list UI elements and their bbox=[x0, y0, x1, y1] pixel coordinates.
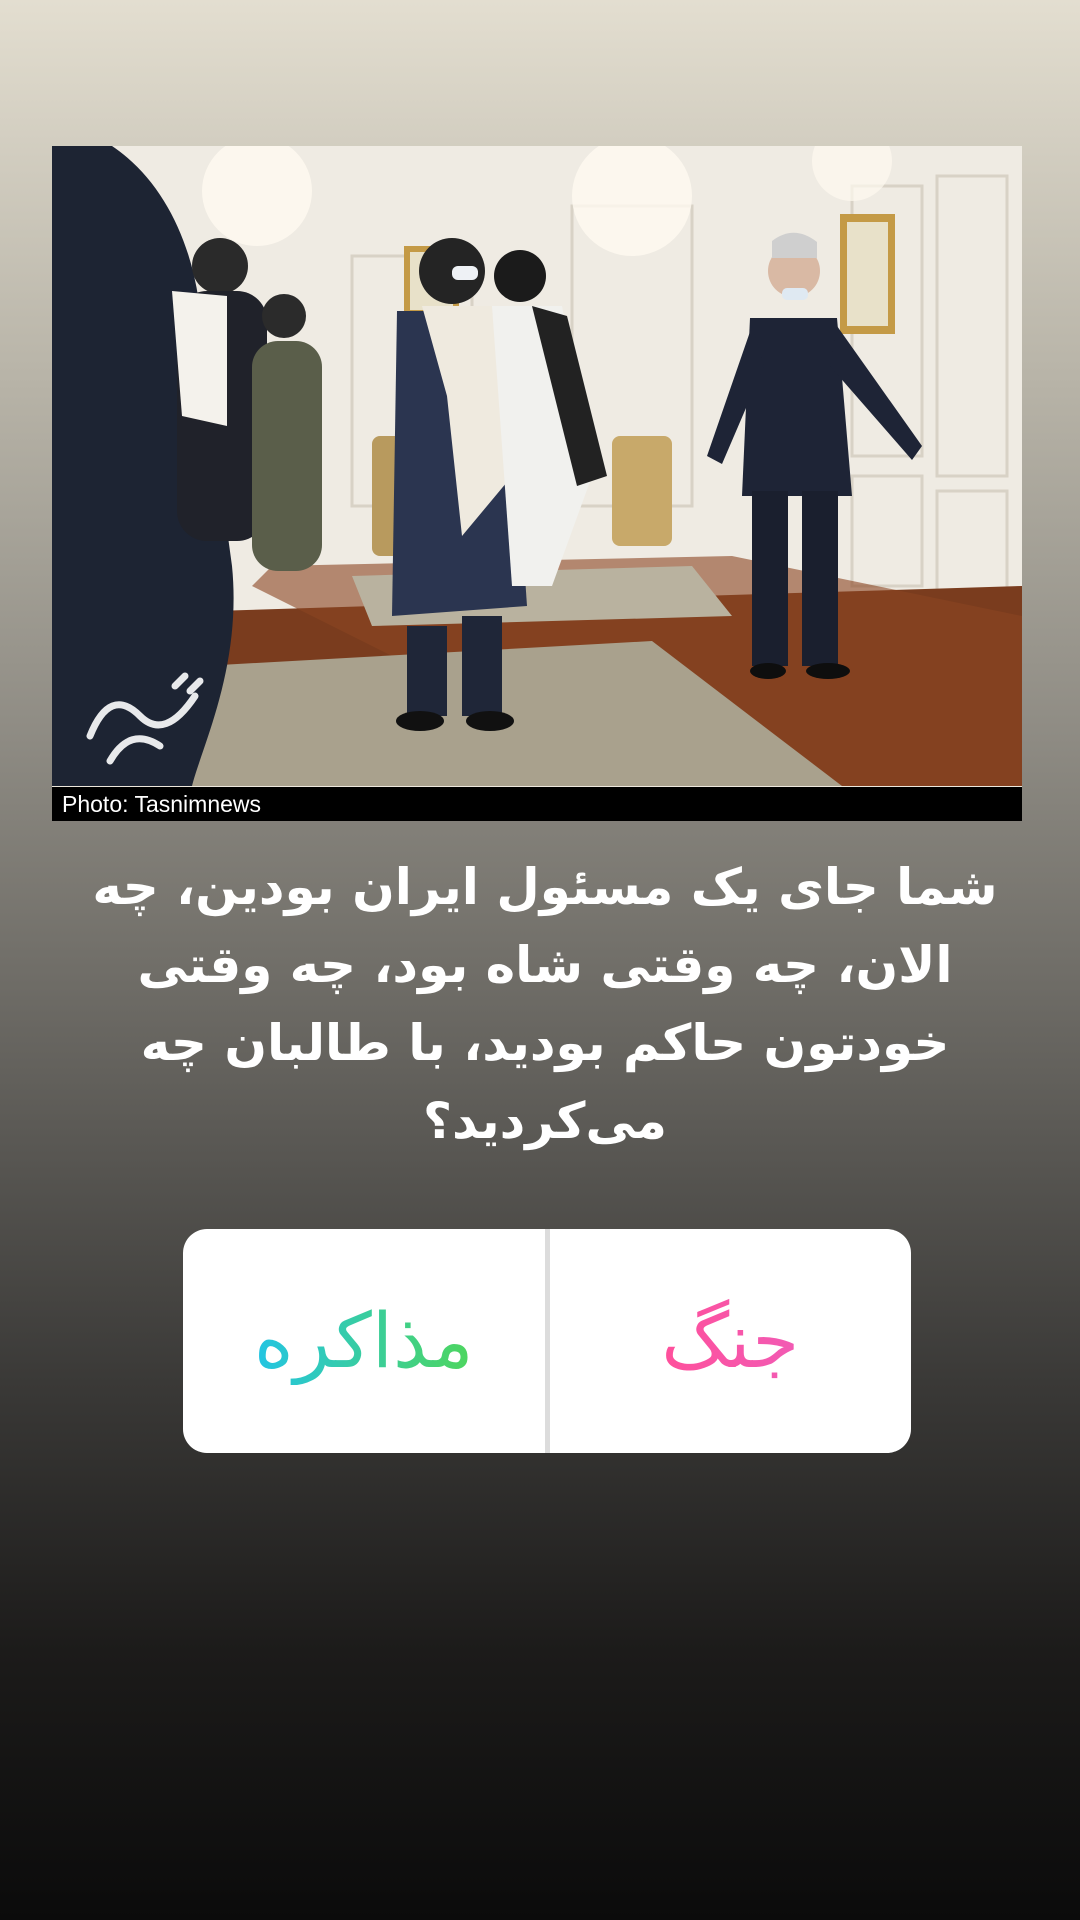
photo-caption: Photo: Tasnimnews bbox=[62, 791, 262, 817]
news-photo: Photo: Tasnimnews bbox=[52, 146, 1022, 821]
tasnim-logo-icon bbox=[86, 672, 204, 765]
poll-option-war-label: جنگ bbox=[657, 1297, 803, 1385]
poll-option-war[interactable]: جنگ bbox=[550, 1229, 912, 1453]
poll-option-negotiation[interactable]: مذاکره bbox=[183, 1229, 545, 1453]
poll-sticker: مذاکره جنگ bbox=[183, 1229, 911, 1453]
poll-option-negotiation-label: مذاکره bbox=[250, 1297, 478, 1385]
question-text: شما جای یک مسئول ایران بودین، چه الان، چ… bbox=[92, 858, 998, 1150]
